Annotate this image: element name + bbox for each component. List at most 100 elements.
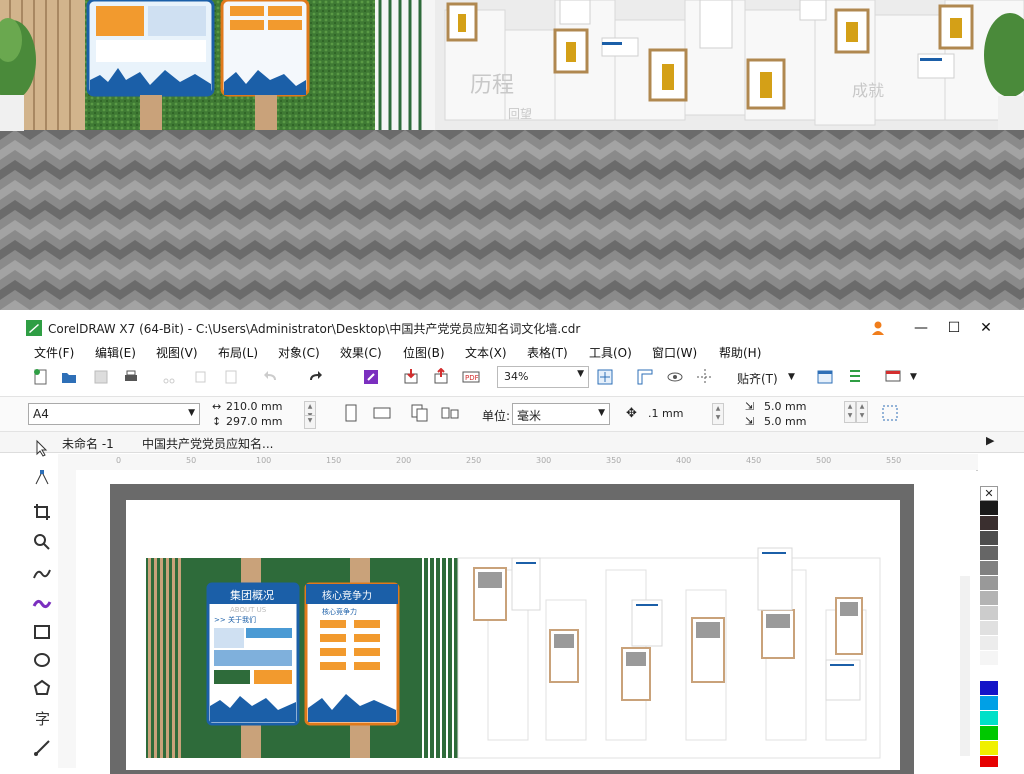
menu-file[interactable]: 文件(F) <box>34 344 74 361</box>
redo-icon[interactable] <box>306 368 324 386</box>
menu-object[interactable]: 对象(C) <box>278 344 320 361</box>
palette-swatch[interactable] <box>980 591 998 606</box>
landscape-icon[interactable] <box>372 405 392 421</box>
print-icon[interactable] <box>122 368 140 386</box>
no-color-swatch[interactable]: ✕ <box>980 486 998 501</box>
user-icon[interactable] <box>870 320 886 336</box>
zoom-level-select[interactable]: 34% ▼ <box>497 366 589 388</box>
paste-icon[interactable] <box>222 368 240 386</box>
vertical-ruler[interactable] <box>58 470 77 768</box>
doc-tab-untitled[interactable]: 未命名 -1 <box>62 435 114 452</box>
palette-swatch[interactable] <box>980 606 998 621</box>
menu-view[interactable]: 视图(V) <box>156 344 198 361</box>
current-page-icon[interactable] <box>440 405 460 421</box>
palette-swatch[interactable] <box>980 756 998 768</box>
menu-layout[interactable]: 布局(L) <box>218 344 258 361</box>
show-grid-icon[interactable] <box>666 368 684 386</box>
close-button[interactable]: ✕ <box>975 318 997 338</box>
palette-swatch[interactable] <box>980 501 998 516</box>
wall-char-3: 成就 <box>852 81 884 100</box>
nudge-stepper[interactable]: ▲ ▼ <box>712 403 724 425</box>
palette-swatch[interactable] <box>980 531 998 546</box>
duplicate-y-field[interactable]: 5.0 mm <box>764 415 806 428</box>
maximize-button[interactable]: ☐ <box>943 318 965 338</box>
snap-chevron-icon[interactable]: ▼ <box>788 372 795 382</box>
palette-swatch[interactable] <box>980 666 998 681</box>
open-folder-icon[interactable] <box>60 368 78 386</box>
page-size-select[interactable]: A4 ▼ <box>28 403 200 425</box>
cut-icon[interactable] <box>160 368 178 386</box>
import-icon[interactable] <box>402 368 420 386</box>
show-guidelines-icon[interactable] <box>696 368 714 386</box>
all-pages-icon[interactable] <box>410 403 430 423</box>
palette-swatch[interactable] <box>980 741 998 756</box>
horizontal-ruler[interactable]: 0 50 100 150 200 250 300 350 400 450 500… <box>58 454 978 471</box>
ruler-tick: 50 <box>186 456 197 465</box>
save-icon[interactable] <box>92 368 110 386</box>
menu-edit[interactable]: 编辑(E) <box>95 344 136 361</box>
ellipse-tool-icon[interactable] <box>32 650 52 670</box>
polygon-tool-icon[interactable] <box>32 678 52 698</box>
launch-chevron-icon[interactable]: ▼ <box>910 372 917 382</box>
launch-icon[interactable] <box>884 368 902 386</box>
palette-swatch[interactable] <box>980 726 998 741</box>
menu-table[interactable]: 表格(T) <box>527 344 568 361</box>
height-stepper[interactable]: ▼ <box>304 415 316 429</box>
new-document-icon[interactable] <box>32 368 50 386</box>
palette-swatch[interactable] <box>980 546 998 561</box>
shape-tool-icon[interactable] <box>32 468 52 488</box>
ruler-tick: 250 <box>466 456 482 465</box>
pick-tool-icon[interactable] <box>32 438 52 458</box>
rectangle-tool-icon[interactable] <box>32 622 52 642</box>
nudge-distance-field[interactable]: .1 mm <box>648 407 683 420</box>
palette-swatch[interactable] <box>980 576 998 591</box>
drawing-canvas[interactable]: 集团概况 ABOUT US >> 关于我们 核心竞争力 核心竞争力 <box>76 470 976 774</box>
artistic-media-icon[interactable] <box>32 594 52 614</box>
menu-tools[interactable]: 工具(O) <box>589 344 632 361</box>
menu-help[interactable]: 帮助(H) <box>719 344 761 361</box>
parallel-dimension-icon[interactable] <box>32 738 52 758</box>
options-icon[interactable] <box>816 368 834 386</box>
dup-y-icon: ⇲ <box>745 415 755 428</box>
ruler-tick: 450 <box>746 456 762 465</box>
publish-pdf-icon[interactable]: PDF <box>462 368 480 386</box>
menu-window[interactable]: 窗口(W) <box>652 344 697 361</box>
palette-swatch[interactable] <box>980 651 998 666</box>
export-icon[interactable] <box>432 368 450 386</box>
show-rulers-icon[interactable] <box>636 368 654 386</box>
palette-swatch[interactable] <box>980 636 998 651</box>
palette-swatch[interactable] <box>980 681 998 696</box>
full-screen-preview-icon[interactable] <box>596 368 614 386</box>
menu-bitmaps[interactable]: 位图(B) <box>403 344 445 361</box>
units-select[interactable]: 毫米 ▼ <box>512 403 610 425</box>
copy-icon[interactable] <box>192 368 210 386</box>
application-launcher-icon[interactable] <box>846 368 864 386</box>
portrait-icon[interactable] <box>342 403 360 423</box>
treat-as-filled-icon[interactable] <box>880 403 900 423</box>
ruler-tick: 200 <box>396 456 412 465</box>
tab-scroll-right-icon[interactable]: ▶ <box>986 434 994 447</box>
palette-swatch[interactable] <box>980 561 998 576</box>
corel-connect-icon[interactable] <box>362 368 380 386</box>
minimize-button[interactable]: — <box>910 318 932 338</box>
doc-tab-current[interactable]: 中国共产党党员应知名... <box>142 435 273 452</box>
freehand-tool-icon[interactable] <box>32 564 52 584</box>
menu-effects[interactable]: 效果(C) <box>340 344 382 361</box>
palette-swatch[interactable] <box>980 621 998 636</box>
text-tool-icon[interactable]: 字 <box>32 708 52 728</box>
dup-x-stepper[interactable]: ▲ ▼ <box>844 401 856 423</box>
vertical-scrollbar[interactable] <box>960 576 970 756</box>
snap-to-menu[interactable]: 贴齐(T) <box>737 370 778 387</box>
palette-swatch[interactable] <box>980 516 998 531</box>
palette-swatch[interactable] <box>980 696 998 711</box>
duplicate-x-field[interactable]: 5.0 mm <box>764 400 806 413</box>
menu-text[interactable]: 文本(X) <box>465 344 507 361</box>
dup-y-stepper[interactable]: ▲ ▼ <box>856 401 868 423</box>
zoom-tool-icon[interactable] <box>32 532 52 552</box>
page-height-field[interactable]: 297.0 mm <box>226 415 282 428</box>
crop-tool-icon[interactable] <box>32 502 52 522</box>
undo-icon[interactable] <box>262 368 280 386</box>
page-width-field[interactable]: 210.0 mm <box>226 400 282 413</box>
palette-swatch[interactable] <box>980 711 998 726</box>
exhibition-render: 历程 回望 成就 <box>0 0 1024 310</box>
